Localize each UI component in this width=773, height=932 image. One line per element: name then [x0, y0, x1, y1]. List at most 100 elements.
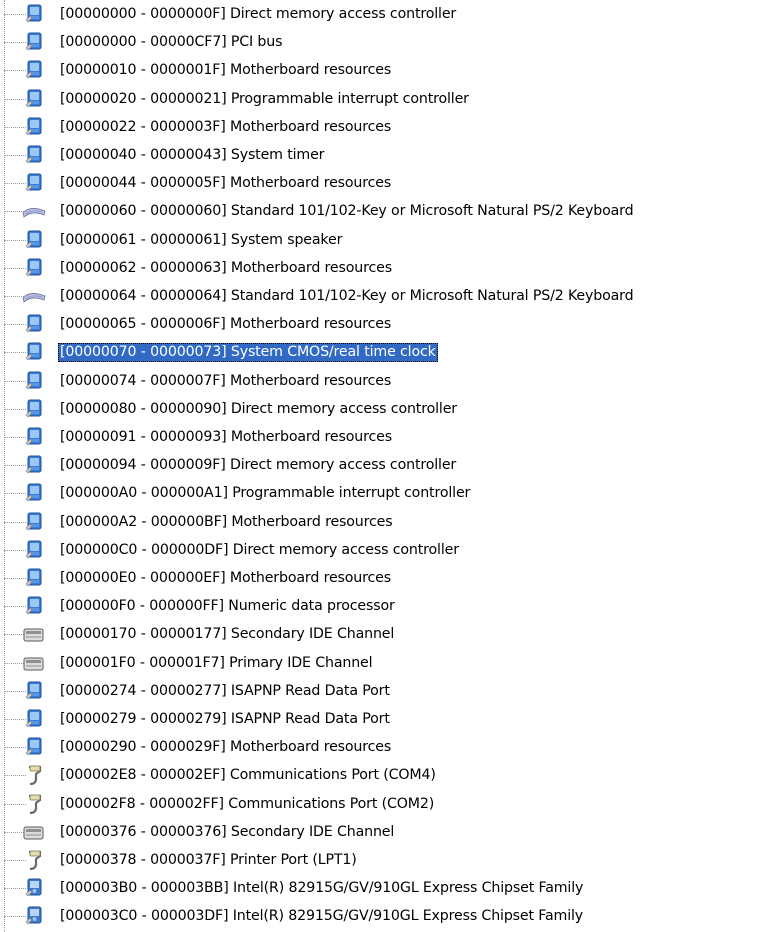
keyboard-icon [22, 286, 46, 306]
port-icon [22, 765, 46, 786]
tree-item[interactable]: [000000E0 - 000000EF] Motherboard resour… [0, 565, 773, 591]
tree-item[interactable]: [00000064 - 00000064] Standard 101/102-K… [0, 283, 773, 309]
tree-item[interactable]: [00000290 - 0000029F] Motherboard resour… [0, 734, 773, 760]
tree-item-label[interactable]: [000001F0 - 000001F7] Primary IDE Channe… [58, 654, 374, 673]
tree-item-label[interactable]: [00000000 - 0000000F] Direct memory acce… [58, 5, 458, 24]
system-device-icon [22, 512, 46, 532]
tree-item[interactable]: [00000074 - 0000007F] Motherboard resour… [0, 368, 773, 394]
system-device-icon [22, 89, 46, 109]
tree-item-label[interactable]: [00000279 - 00000279] ISAPNP Read Data P… [58, 710, 392, 729]
system-device-icon [22, 342, 46, 362]
system-device-icon [22, 596, 46, 616]
tree-item[interactable]: [00000010 - 0000001F] Motherboard resour… [0, 57, 773, 83]
tree-item-label[interactable]: [00000044 - 0000005F] Motherboard resour… [58, 174, 393, 193]
tree-item[interactable]: [000000C0 - 000000DF] Direct memory acce… [0, 537, 773, 563]
tree-item[interactable]: [00000000 - 00000CF7] PCI bus [0, 29, 773, 55]
tree-item[interactable]: [00000080 - 00000090] Direct memory acce… [0, 396, 773, 422]
tree-item[interactable]: [00000040 - 00000043] System timer [0, 142, 773, 168]
tree-item-label[interactable]: [00000020 - 00000021] Programmable inter… [58, 90, 471, 109]
tree-item-label[interactable]: [00000094 - 0000009F] Direct memory acce… [58, 456, 458, 475]
system-device-icon [22, 4, 46, 24]
ide-controller-icon [22, 822, 46, 842]
tree-item-label[interactable]: [000002F8 - 000002FF] Communications Por… [58, 795, 436, 814]
tree-item-label[interactable]: [00000060 - 00000060] Standard 101/102-K… [58, 202, 635, 221]
tree-item-label[interactable]: [00000065 - 0000006F] Motherboard resour… [58, 315, 393, 334]
system-device-icon [22, 427, 46, 447]
system-device-icon [22, 737, 46, 757]
tree-item-label[interactable]: [00000378 - 0000037F] Printer Port (LPT1… [58, 851, 359, 870]
tree-item[interactable]: [00000279 - 00000279] ISAPNP Read Data P… [0, 706, 773, 732]
ide-controller-icon [22, 624, 46, 644]
tree-item[interactable]: [00000376 - 00000376] Secondary IDE Chan… [0, 819, 773, 845]
port-icon [22, 850, 46, 871]
display-adapter-icon [22, 906, 46, 926]
tree-item-label[interactable]: [00000274 - 00000277] ISAPNP Read Data P… [58, 682, 392, 701]
tree-item-label[interactable]: [000000F0 - 000000FF] Numeric data proce… [58, 597, 397, 616]
tree-item[interactable]: [00000000 - 0000000F] Direct memory acce… [0, 1, 773, 27]
tree-item[interactable]: [00000060 - 00000060] Standard 101/102-K… [0, 198, 773, 224]
system-device-icon [22, 258, 46, 278]
tree-item[interactable]: [00000091 - 00000093] Motherboard resour… [0, 424, 773, 450]
tree-item-label[interactable]: [00000040 - 00000043] System timer [58, 146, 326, 165]
tree-item-label[interactable]: [000000A2 - 000000BF] Motherboard resour… [58, 513, 394, 532]
tree-item[interactable]: [00000022 - 0000003F] Motherboard resour… [0, 114, 773, 140]
tree-item-label[interactable]: [000003C0 - 000003DF] Intel(R) 82915G/GV… [58, 907, 585, 926]
ide-controller-icon [22, 653, 46, 673]
tree-item-label[interactable]: [000000C0 - 000000DF] Direct memory acce… [58, 541, 461, 560]
tree-item[interactable]: [00000274 - 00000277] ISAPNP Read Data P… [0, 678, 773, 704]
tree-item-label[interactable]: [00000022 - 0000003F] Motherboard resour… [58, 118, 393, 137]
system-device-icon [22, 230, 46, 250]
tree-item[interactable]: [000000F0 - 000000FF] Numeric data proce… [0, 593, 773, 619]
system-device-icon [22, 60, 46, 80]
system-device-icon [22, 709, 46, 729]
tree-item[interactable]: [00000070 - 00000073] System CMOS/real t… [0, 339, 773, 365]
tree-item-label[interactable]: [00000074 - 0000007F] Motherboard resour… [58, 372, 393, 391]
tree-item-label[interactable]: [00000061 - 00000061] System speaker [58, 231, 344, 250]
system-device-icon [22, 399, 46, 419]
tree-item-label[interactable]: [00000000 - 00000CF7] PCI bus [58, 33, 284, 52]
port-icon [22, 794, 46, 814]
tree-item-label[interactable]: [000000E0 - 000000EF] Motherboard resour… [58, 569, 393, 588]
system-device-icon [22, 145, 46, 165]
resource-tree[interactable]: [00000000 - 0000000F] Direct memory acce… [0, 0, 773, 932]
tree-item-label[interactable]: [00000064 - 00000064] Standard 101/102-K… [58, 287, 635, 306]
tree-item[interactable]: [000003C0 - 000003DF] Intel(R) 82915G/GV… [0, 903, 773, 929]
tree-item-label[interactable]: [00000170 - 00000177] Secondary IDE Chan… [58, 625, 396, 644]
system-device-icon [22, 314, 46, 334]
tree-item-label[interactable]: [00000091 - 00000093] Motherboard resour… [58, 428, 394, 447]
tree-item-label[interactable]: [00000062 - 00000063] Motherboard resour… [58, 259, 394, 278]
tree-item-label[interactable]: [00000376 - 00000376] Secondary IDE Chan… [58, 823, 396, 842]
tree-item[interactable]: [000000A2 - 000000BF] Motherboard resour… [0, 509, 773, 535]
tree-item[interactable]: [00000094 - 0000009F] Direct memory acce… [0, 452, 773, 478]
system-device-icon [22, 117, 46, 137]
system-device-icon [22, 568, 46, 588]
tree-item[interactable]: [000002F8 - 000002FF] Communications Por… [0, 791, 773, 817]
tree-item-label[interactable]: [00000070 - 00000073] System CMOS/real t… [58, 343, 438, 363]
system-device-icon [22, 32, 46, 52]
system-device-icon [22, 483, 46, 503]
tree-item[interactable]: [00000065 - 0000006F] Motherboard resour… [0, 311, 773, 337]
tree-item[interactable]: [000001F0 - 000001F7] Primary IDE Channe… [0, 650, 773, 676]
tree-item[interactable]: [00000378 - 0000037F] Printer Port (LPT1… [0, 847, 773, 873]
system-device-icon [22, 540, 46, 560]
display-adapter-icon [22, 878, 46, 898]
system-device-icon [22, 681, 46, 701]
tree-item[interactable]: [00000061 - 00000061] System speaker [0, 227, 773, 253]
system-device-icon [22, 371, 46, 391]
tree-item[interactable]: [00000044 - 0000005F] Motherboard resour… [0, 170, 773, 196]
tree-item-label[interactable]: [00000290 - 0000029F] Motherboard resour… [58, 738, 393, 757]
tree-item[interactable]: [00000062 - 00000063] Motherboard resour… [0, 255, 773, 281]
tree-item-label[interactable]: [000000A0 - 000000A1] Programmable inter… [58, 484, 472, 503]
tree-item-label[interactable]: [000002E8 - 000002EF] Communications Por… [58, 766, 438, 785]
system-device-icon [22, 173, 46, 193]
keyboard-icon [22, 201, 46, 221]
tree-item-label[interactable]: [000003B0 - 000003BB] Intel(R) 82915G/GV… [58, 879, 585, 898]
system-device-icon [22, 455, 46, 475]
tree-item[interactable]: [000003B0 - 000003BB] Intel(R) 82915G/GV… [0, 875, 773, 901]
tree-item-label[interactable]: [00000080 - 00000090] Direct memory acce… [58, 400, 459, 419]
tree-item[interactable]: [000002E8 - 000002EF] Communications Por… [0, 762, 773, 788]
tree-item[interactable]: [00000170 - 00000177] Secondary IDE Chan… [0, 621, 773, 647]
tree-item[interactable]: [00000020 - 00000021] Programmable inter… [0, 86, 773, 112]
tree-item[interactable]: [000000A0 - 000000A1] Programmable inter… [0, 480, 773, 506]
tree-item-label[interactable]: [00000010 - 0000001F] Motherboard resour… [58, 61, 393, 80]
